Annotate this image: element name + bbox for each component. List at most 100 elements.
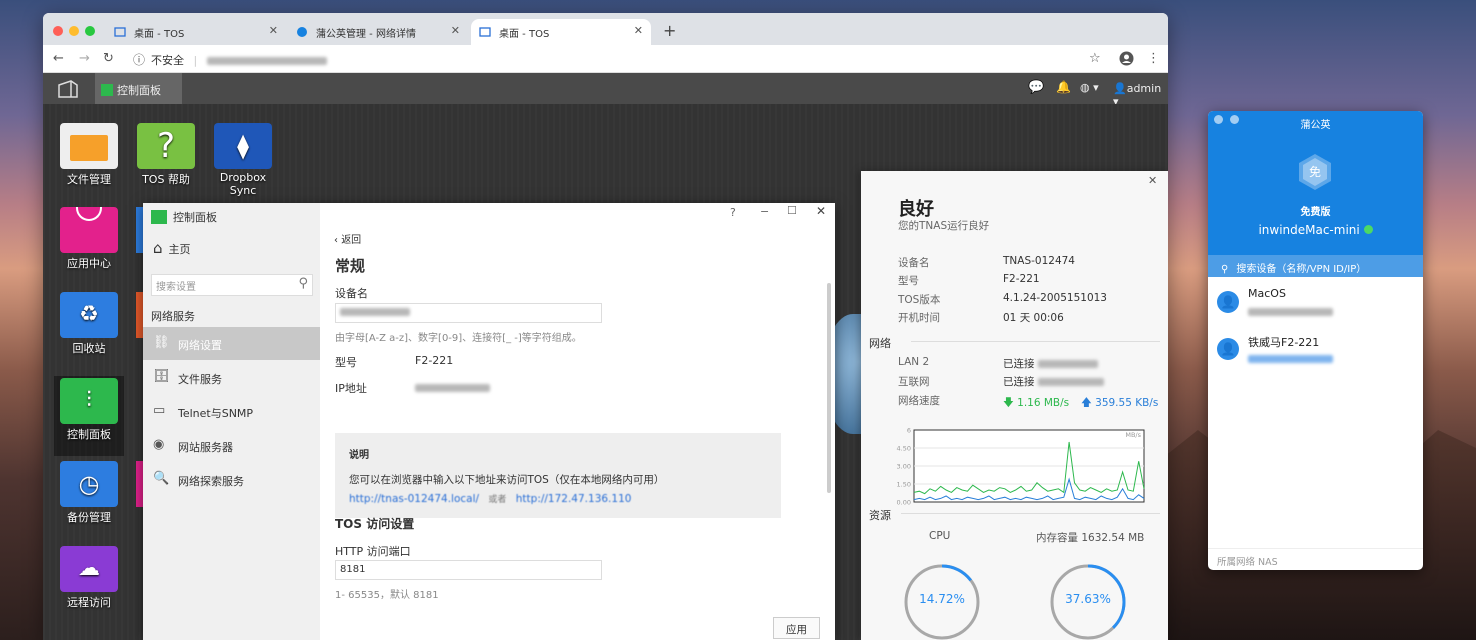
star-icon[interactable]: ☆	[1089, 51, 1101, 66]
taskbar-control-panel[interactable]: 控制面板	[95, 73, 182, 104]
close-tab-icon[interactable]: ✕	[451, 24, 460, 37]
tab-bar: 桌面 - TOS ✕ 蒲公英管理 - 网络详情 ✕ 桌面 - TOS ✕ +	[43, 13, 1168, 45]
local-link[interactable]: http://tnas-012474.local/	[349, 493, 479, 505]
close-icon[interactable]: ✕	[1148, 174, 1157, 187]
icon-label: 文件管理	[67, 173, 111, 186]
zoom-dot[interactable]	[85, 26, 95, 36]
y-tick-label: 3.00	[897, 463, 911, 471]
dandelion-logo-icon: 免	[1298, 153, 1332, 191]
sidebar-item-label: 网络设置	[178, 339, 222, 352]
search-settings-input[interactable]: 搜索设置 ⚲	[151, 274, 313, 296]
dandelion-title: 蒲公英	[1300, 120, 1331, 131]
minimize-dot[interactable]	[69, 26, 79, 36]
desktop-icon-backup[interactable]: ◷ 备份管理	[54, 461, 124, 525]
close-dot[interactable]	[53, 26, 63, 36]
dandelion-header: 蒲公英 免 免费版 inwindeMac-mini	[1208, 111, 1423, 255]
download-speed: 🡇 1.16 MB/s	[1003, 395, 1069, 413]
desktop-icon-dropbox[interactable]: ⧫ Dropbox Sync	[208, 123, 278, 197]
device-item[interactable]: 👤 铁威马F2-221	[1208, 326, 1423, 372]
icon-label: 控制面板	[67, 428, 111, 441]
internet-ip-blurred	[1037, 378, 1104, 386]
lan-value: 已连接	[1003, 356, 1098, 371]
network-footer: 所属网络 NAS	[1208, 548, 1423, 570]
forward-icon[interactable]: →	[79, 51, 90, 66]
dandelion-window: 蒲公英 免 免费版 inwindeMac-mini ⚲ 搜索设备（名称/VPN I…	[1208, 111, 1423, 570]
divider	[911, 341, 1160, 342]
sidebar-item-web-server[interactable]: ◉ 网站服务器	[143, 429, 320, 462]
footer-text: 所属网络 NAS	[1217, 557, 1278, 568]
down-arrow-icon: 🡇	[1003, 397, 1014, 409]
y-tick-label: 4.50	[897, 445, 911, 453]
access-note: 说明 您可以在浏览器中输入以下地址来访问TOS（仅在本地网络内可用） http:…	[335, 433, 781, 518]
minimize-icon[interactable]: −	[760, 205, 769, 218]
sliders-icon: ⫶	[60, 378, 118, 424]
close-icon[interactable]: ✕	[816, 204, 826, 218]
new-tab-icon[interactable]: +	[663, 21, 676, 40]
hostname-text: inwindeMac-mini	[1258, 223, 1360, 237]
back-link[interactable]: ‹ 返回	[334, 231, 361, 246]
help-icon: ?	[137, 123, 195, 169]
tos-logo-icon[interactable]	[57, 79, 79, 102]
message-icon[interactable]: 💬	[1028, 80, 1044, 95]
http-port-input[interactable]: 8181	[335, 560, 602, 580]
info-value: TNAS-012474	[1003, 255, 1075, 267]
icon-label: 远程访问	[67, 596, 111, 609]
desktop-icon-control-panel[interactable]: ⫶ 控制面板	[54, 376, 124, 456]
sidebar-item-telnet[interactable]: ▭ Telnet与SNMP	[143, 395, 320, 428]
security-label: 不安全	[151, 54, 184, 67]
username: admin	[1126, 82, 1162, 95]
sidebar-item-label: 网站服务器	[178, 441, 233, 454]
device-name-label: 设备名	[335, 287, 368, 300]
back-icon[interactable]: ←	[53, 51, 64, 66]
icon-label: 应用中心	[67, 257, 111, 270]
account-icon[interactable]	[1119, 51, 1134, 70]
tab-3[interactable]: 桌面 - TOS ✕	[471, 19, 651, 45]
sidebar-item-discovery[interactable]: 🔍 网络探索服务	[143, 463, 320, 496]
ip-link[interactable]: http://172.47.136.110	[516, 493, 632, 505]
info-key: TOS版本	[898, 294, 941, 306]
maximize-icon[interactable]: ☐	[787, 204, 797, 217]
file-service-icon: 🗄	[153, 369, 170, 384]
desktop-icon-file-manager[interactable]: 文件管理	[54, 123, 124, 187]
bell-icon[interactable]: 🔔	[1056, 80, 1071, 94]
search-placeholder: 搜索设置	[156, 282, 196, 293]
desktop-icon-tos-help[interactable]: ? TOS 帮助	[131, 123, 201, 187]
sidebar-item-network-settings[interactable]: ⛓ 网络设置	[143, 327, 320, 360]
apply-button[interactable]: 应用	[773, 617, 820, 639]
desktop-icon-remote-access[interactable]: ☁ 远程访问	[54, 546, 124, 610]
device-search[interactable]: ⚲ 搜索设备（名称/VPN ID/IP）	[1208, 255, 1423, 277]
device-name-input[interactable]	[335, 303, 602, 323]
globe-icon[interactable]: ◍ ▾	[1080, 81, 1099, 94]
search-placeholder: 搜索设备（名称/VPN ID/IP）	[1236, 264, 1367, 275]
tos-topbar: 控制面板 💬 🔔 ◍ ▾ 👤admin ▾	[43, 73, 1168, 108]
note-links: http://tnas-012474.local/ 或者 http://172.…	[349, 492, 631, 505]
model-value: F2-221	[415, 354, 454, 367]
close-tab-icon[interactable]: ✕	[269, 24, 278, 37]
url-field[interactable]: 不安全 |	[151, 52, 327, 68]
network-speed-chart: 6 4.50 3.00 1.50 0.00 MB/s	[897, 427, 1145, 507]
menu-icon[interactable]: ⋮	[1147, 51, 1160, 66]
reload-icon[interactable]: ↻	[103, 51, 114, 66]
y-tick-label: 0.00	[897, 499, 911, 507]
info-value: 4.1.24-2005151013	[1003, 292, 1107, 304]
desktop-icon-recycle-bin[interactable]: ♻ 回收站	[54, 292, 124, 356]
note-text: 您可以在浏览器中输入以下地址来访问TOS（仅在本地网络内可用）	[349, 474, 665, 486]
search-icon[interactable]: ⚲	[298, 276, 308, 291]
memory-value: 37.63%	[1065, 592, 1111, 606]
hostname: inwindeMac-mini	[1208, 223, 1423, 237]
home-link[interactable]: ⌂ 主页	[153, 239, 191, 257]
status-subtitle: 您的TNAS运行良好	[898, 220, 990, 232]
sidebar-item-file-services[interactable]: 🗄 文件服务	[143, 361, 320, 394]
desktop-icon-app-center[interactable]: 应用中心	[54, 207, 124, 271]
ip-value	[415, 381, 490, 394]
verified-icon	[1363, 225, 1373, 234]
http-port-value: 8181	[340, 564, 366, 575]
device-item[interactable]: 👤 MacOS	[1208, 279, 1423, 325]
icon-label: TOS 帮助	[142, 173, 190, 186]
tab-2[interactable]: 蒲公英管理 - 网络详情 ✕	[288, 19, 468, 45]
tab-1[interactable]: 桌面 - TOS ✕	[106, 19, 286, 45]
help-icon[interactable]: ?	[730, 206, 736, 219]
close-tab-icon[interactable]: ✕	[634, 24, 643, 37]
scrollbar[interactable]	[827, 283, 831, 493]
icon-label: 备份管理	[67, 511, 111, 524]
